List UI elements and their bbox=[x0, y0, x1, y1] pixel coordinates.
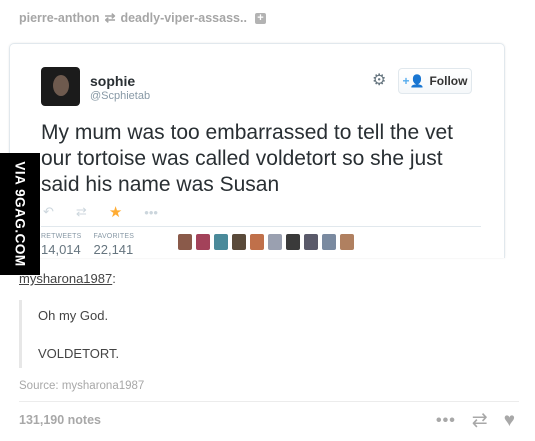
follow-label: Follow bbox=[429, 74, 468, 88]
notes-count[interactable]: 131,190 notes bbox=[19, 413, 101, 427]
reblog-user-link[interactable]: pierre-anthon bbox=[19, 11, 100, 25]
favorites-label: FAVORITES bbox=[93, 233, 135, 240]
quote-line-2: VOLDETORT. bbox=[38, 346, 120, 361]
favoriter-avatar[interactable] bbox=[214, 234, 228, 250]
tweet-stats: RETWEETS 14,014 FAVORITES 22,141 bbox=[41, 233, 134, 257]
gear-icon[interactable]: ⚙ bbox=[372, 73, 386, 89]
tweet-author-name[interactable]: sophie bbox=[90, 73, 135, 89]
more-icon[interactable]: ••• bbox=[436, 412, 456, 430]
tweet-author-handle[interactable]: @Scphietab bbox=[90, 90, 150, 102]
reblog-header: pierre-anthon ⇄ deadly-viper-assass.. + bbox=[19, 10, 266, 26]
favoriter-avatar[interactable] bbox=[322, 234, 336, 250]
reblog-arrows-icon: ⇄ bbox=[104, 10, 116, 25]
retweet-icon[interactable]: ⇄ bbox=[76, 204, 87, 220]
blockquote-bar bbox=[19, 300, 22, 368]
footer-divider bbox=[19, 401, 519, 402]
favoriter-avatar[interactable] bbox=[304, 234, 318, 250]
9gag-watermark: VIA 9GAG.COM bbox=[0, 153, 40, 275]
stats-divider bbox=[41, 226, 481, 227]
favorites-stat[interactable]: FAVORITES 22,141 bbox=[94, 233, 135, 257]
quote-line-1: Oh my God. bbox=[38, 308, 109, 323]
favorites-count: 22,141 bbox=[93, 242, 134, 257]
source-link[interactable]: Source: mysharona1987 bbox=[19, 380, 144, 392]
reblogged-from-link[interactable]: deadly-viper-assass.. bbox=[120, 11, 246, 25]
tweet-actions: ↶ ⇄ ★ ••• bbox=[43, 203, 158, 221]
more-dots-icon[interactable]: ••• bbox=[144, 205, 158, 220]
favoriter-avatar[interactable] bbox=[178, 234, 192, 250]
reply-icon[interactable]: ↶ bbox=[43, 204, 54, 220]
favoriter-avatar[interactable] bbox=[340, 234, 354, 250]
watermark-text: VIA 9GAG.COM bbox=[12, 161, 28, 267]
favoriter-avatar[interactable] bbox=[196, 234, 210, 250]
favoriter-avatar[interactable] bbox=[268, 234, 282, 250]
embedded-tweet: sophie @Scphietab ⚙ +👤 Follow My mum was… bbox=[9, 43, 505, 258]
favoriter-avatar[interactable] bbox=[232, 234, 246, 250]
reblog-icon[interactable]: ⇄ bbox=[472, 409, 488, 432]
retweets-label: RETWEETS bbox=[41, 233, 82, 240]
reblogger-line: mysharona1987: bbox=[19, 271, 116, 286]
favorite-star-icon[interactable]: ★ bbox=[109, 203, 122, 221]
retweets-count: 14,014 bbox=[41, 242, 81, 257]
follow-button[interactable]: +👤 Follow bbox=[398, 68, 472, 94]
tweet-text: My mum was too embarrassed to tell the v… bbox=[41, 121, 453, 196]
favoriter-avatar[interactable] bbox=[250, 234, 264, 250]
like-icon[interactable]: ♥ bbox=[504, 410, 515, 432]
reblogger-username-link[interactable]: mysharona1987 bbox=[19, 271, 112, 286]
add-person-icon: +👤 bbox=[402, 74, 425, 88]
expand-plus-icon[interactable]: + bbox=[254, 12, 266, 24]
reblogger-colon: : bbox=[112, 271, 116, 286]
favoriter-avatars bbox=[178, 234, 354, 250]
tweet-avatar[interactable] bbox=[41, 67, 80, 106]
retweets-stat[interactable]: RETWEETS 14,014 bbox=[41, 233, 82, 257]
post-footer-actions: ••• ⇄ ♥ bbox=[436, 409, 515, 432]
favoriter-avatar[interactable] bbox=[286, 234, 300, 250]
